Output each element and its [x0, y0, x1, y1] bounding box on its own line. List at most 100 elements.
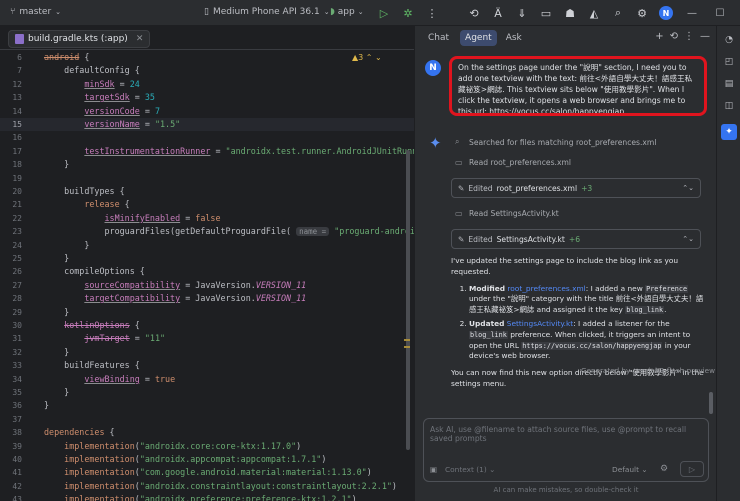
chat-input[interactable]: Ask AI, use @filename to attach source f… [423, 418, 709, 482]
file-link[interactable]: root_preferences.xml [507, 284, 585, 293]
android-sdk-icon[interactable]: ☗ [558, 4, 582, 22]
editor-tab-build-gradle[interactable]: build.gradle.kts (:app) ✕ [8, 30, 151, 48]
code-line[interactable]: 14 versionCode = 7 [0, 105, 414, 118]
gemini-icon[interactable]: ✦ [721, 124, 737, 140]
code-line[interactable]: 23 proguardFiles(getDefaultProguardFile(… [0, 225, 414, 238]
code-line[interactable]: 17 testInstrumentationRunner = "androidx… [0, 145, 414, 158]
code-line[interactable]: 12 minSdk = 24 [0, 78, 414, 91]
code-text: sourceCompatibility = JavaVersion.VERSIO… [84, 279, 307, 290]
code-line[interactable]: 30 kotlinOptions { [0, 319, 414, 332]
translate-icon[interactable]: Ä [486, 4, 510, 22]
line-number: 43 [12, 495, 22, 501]
code-line[interactable]: 31 jvmTarget = "11" [0, 332, 414, 345]
line-number: 30 [12, 321, 22, 330]
code-text: versionCode = 7 [84, 105, 160, 116]
run-config-selector[interactable]: ◗ app ⌄ [330, 7, 364, 17]
maximize-icon[interactable]: ☐ [706, 4, 734, 22]
title-bar: ⑂ master ⌄ ▯ Medium Phone API 36.1 ⌄ ◗ a… [0, 0, 740, 26]
code-line[interactable]: 22 isMinifyEnabled = false [0, 212, 414, 225]
assistant-icon[interactable]: ◫ [721, 98, 737, 114]
apply-changes-icon[interactable]: ⟲ [462, 4, 486, 22]
search-icon[interactable]: ⌕ [606, 4, 630, 22]
code-line[interactable]: 19 [0, 172, 414, 185]
code-line[interactable]: 27 sourceCompatibility = JavaVersion.VER… [0, 279, 414, 292]
code-line[interactable]: 42 implementation("androidx.constraintla… [0, 480, 414, 493]
minimize-icon[interactable]: — [678, 4, 706, 22]
code-line[interactable]: 41 implementation("com.google.android.ma… [0, 466, 414, 479]
code-line[interactable]: 34 viewBinding = true [0, 373, 414, 386]
attach-image-icon[interactable]: ▣ [430, 465, 437, 474]
more-icon[interactable]: ⋮ [684, 31, 694, 42]
warning-indicator[interactable]: ▲3 ⌃ ⌄ [352, 53, 382, 62]
code-line[interactable]: 36} [0, 399, 414, 412]
code-line[interactable]: 33 buildFeatures { [0, 359, 414, 372]
code-line[interactable]: 7 defaultConfig { [0, 64, 414, 77]
code-line[interactable]: 28 targetCompatibility = JavaVersion.VER… [0, 292, 414, 305]
code-line[interactable]: 29 } [0, 306, 414, 319]
close-icon[interactable]: ✕ [136, 34, 144, 44]
file-read-icon: ▭ [455, 158, 463, 167]
tab-agent[interactable]: Agent [460, 30, 497, 46]
gradle-icon[interactable]: ◰ [721, 54, 737, 70]
code-text: implementation("androidx.constraintlayou… [64, 480, 397, 491]
model-selector[interactable]: Default ⌄ [612, 465, 648, 474]
code-line[interactable]: 35 } [0, 386, 414, 399]
file-read-icon: ▭ [455, 209, 463, 218]
gemini-chat-icon[interactable]: ◭ [582, 4, 606, 22]
sync-gradle-icon[interactable]: ⇓ [510, 4, 534, 22]
code-line[interactable]: 13 targetSdk = 35 [0, 91, 414, 104]
toolbar-right-actions: ⟲ Ä ⇓ ▭ ☗ ◭ ⌕ ⚙ N — ☐ ✕ [462, 4, 740, 22]
gear-icon[interactable]: ⚙ [630, 4, 654, 22]
edit-card-settings-activity[interactable]: ✎ Edited SettingsActivity.kt +6 ⌃⌄ [451, 229, 701, 249]
code-line[interactable]: 25 } [0, 252, 414, 265]
editor-scrollbar[interactable] [406, 150, 410, 450]
code-line[interactable]: 39 implementation("androidx.core:core-kt… [0, 440, 414, 453]
code-text: minSdk = 24 [84, 78, 140, 89]
code-line[interactable]: 37 [0, 413, 414, 426]
line-number: 7 [17, 66, 22, 76]
code-line[interactable]: 38 dependencies { [0, 426, 414, 439]
code-line[interactable]: 21 release { [0, 198, 414, 211]
history-icon[interactable]: ⟲ [670, 31, 678, 42]
device-manager-icon[interactable]: ▭ [534, 4, 558, 22]
edit-card-root-preferences[interactable]: ✎ Edited root_preferences.xml +3 ⌃⌄ [451, 178, 701, 198]
edit-label: Edited [468, 183, 493, 193]
device-mirror-icon[interactable]: ▤ [721, 76, 737, 92]
code-line[interactable]: 18 } [0, 158, 414, 171]
inline-code: blog_link [625, 306, 665, 315]
debug-icon[interactable]: ✲ [396, 4, 420, 22]
code-line[interactable]: 20 buildTypes { [0, 185, 414, 198]
run-icon[interactable]: ▷ [372, 4, 396, 22]
new-chat-icon[interactable]: + [655, 31, 663, 42]
code-line[interactable]: 26 compileOptions { [0, 265, 414, 278]
gear-icon[interactable]: ⚙ [660, 464, 668, 474]
code-line[interactable]: 40 implementation("androidx.appcompat:ap… [0, 453, 414, 466]
expand-chevron-icon[interactable]: ⌃⌄ [682, 184, 694, 192]
editor-tab-bar: build.gradle.kts (:app) ✕ [0, 26, 414, 50]
notifications-icon[interactable]: ◔ [721, 32, 737, 48]
code-text: } [44, 400, 50, 411]
line-number: 36 [12, 401, 22, 411]
tab-ask[interactable]: Ask [501, 30, 527, 46]
account-button[interactable]: N [654, 4, 678, 22]
code-line[interactable]: 15 versionName = "1.5" [0, 118, 414, 132]
minimize-icon[interactable]: — [700, 31, 710, 42]
code-editor[interactable]: 43 implementation("androidx.preference:p… [0, 50, 414, 501]
line-number: 38 [12, 428, 22, 438]
more-icon[interactable]: ⋮ [420, 4, 444, 22]
tab-chat[interactable]: Chat [423, 30, 454, 46]
chat-scrollbar[interactable] [709, 392, 713, 414]
context-selector[interactable]: Context (1) ⌄ [445, 465, 495, 474]
disclaimer: AI can make mistakes, so double-check it [493, 486, 639, 494]
code-line[interactable]: 32 } [0, 346, 414, 359]
code-line[interactable]: 43 implementation("androidx.preference:p… [0, 493, 414, 501]
answer-item-label: Modified [469, 283, 506, 293]
code-line[interactable]: 16 [0, 131, 414, 144]
send-button[interactable]: ▷ [680, 461, 704, 477]
device-selector[interactable]: ▯ Medium Phone API 36.1 ⌄ [204, 7, 330, 17]
code-line[interactable]: 24 } [0, 239, 414, 252]
branch-selector[interactable]: ⑂ master ⌄ [10, 7, 61, 17]
file-link[interactable]: SettingsActivity.kt [507, 319, 573, 328]
close-icon[interactable]: ✕ [734, 4, 740, 22]
expand-chevron-icon[interactable]: ⌃⌄ [682, 235, 694, 243]
